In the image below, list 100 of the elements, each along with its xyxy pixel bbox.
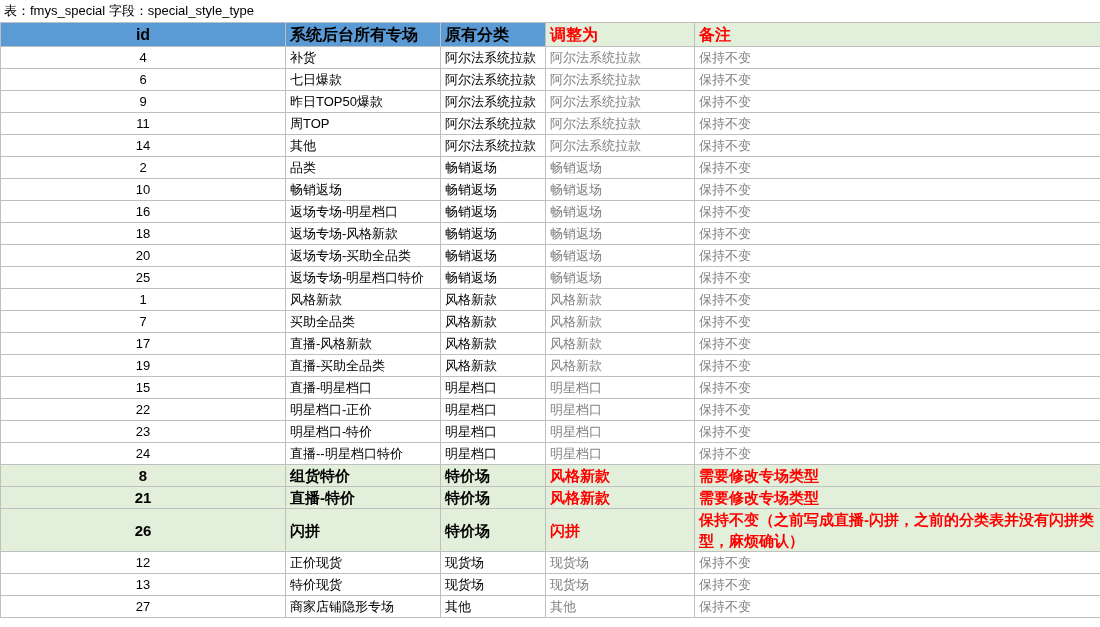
table-cell: 阿尔法系统拉款 bbox=[440, 68, 546, 91]
column-header: 调整为 bbox=[545, 22, 695, 47]
table-cell: 14 bbox=[0, 134, 286, 157]
table-cell: 2 bbox=[0, 156, 286, 179]
table-cell: 返场专场-买助全品类 bbox=[285, 244, 441, 267]
table-cell: 风格新款 bbox=[440, 354, 546, 377]
table-cell: 风格新款 bbox=[440, 332, 546, 355]
table-cell: 昨日TOP50爆款 bbox=[285, 90, 441, 113]
table-cell: 明星档口 bbox=[545, 398, 695, 421]
table-cell: 补货 bbox=[285, 46, 441, 69]
table-cell: 25 bbox=[0, 266, 286, 289]
table-cell: 直播--明星档口特价 bbox=[285, 442, 441, 465]
table-cell: 商家店铺隐形专场 bbox=[285, 595, 441, 618]
table-cell: 品类 bbox=[285, 156, 441, 179]
table-cell: 返场专场-明星档口特价 bbox=[285, 266, 441, 289]
table-cell: 组货特价 bbox=[285, 464, 441, 487]
table-cell: 阿尔法系统拉款 bbox=[545, 46, 695, 69]
table-cell: 明星档口 bbox=[440, 376, 546, 399]
table-cell: 13 bbox=[0, 573, 286, 596]
table-cell: 现货场 bbox=[545, 551, 695, 574]
table-cell: 10 bbox=[0, 178, 286, 201]
table-cell: 23 bbox=[0, 420, 286, 443]
table-cell: 直播-特价 bbox=[285, 486, 441, 509]
table-cell: 风格新款 bbox=[285, 288, 441, 311]
table-cell: 1 bbox=[0, 288, 286, 311]
table-cell: 风格新款 bbox=[545, 310, 695, 333]
table-cell: 直播-买助全品类 bbox=[285, 354, 441, 377]
table-cell: 明星档口-特价 bbox=[285, 420, 441, 443]
table-caption: 表：fmys_special 字段：special_style_type bbox=[3, 2, 255, 20]
table-cell: 19 bbox=[0, 354, 286, 377]
table-cell: 阿尔法系统拉款 bbox=[545, 90, 695, 113]
column-header: id bbox=[0, 22, 286, 47]
table-cell: 畅销返场 bbox=[545, 200, 695, 223]
table-cell: 其他 bbox=[545, 595, 695, 618]
table-cell: 4 bbox=[0, 46, 286, 69]
table-cell: 风格新款 bbox=[440, 310, 546, 333]
table-cell: 畅销返场 bbox=[440, 156, 546, 179]
table-cell: 明星档口 bbox=[545, 442, 695, 465]
table-cell: 16 bbox=[0, 200, 286, 223]
table-cell: 闪拼 bbox=[285, 508, 441, 552]
table-cell: 返场专场-风格新款 bbox=[285, 222, 441, 245]
table-cell: 特价场 bbox=[440, 464, 546, 487]
table-cell: 明星档口 bbox=[545, 376, 695, 399]
table-cell: 15 bbox=[0, 376, 286, 399]
table-cell: 畅销返场 bbox=[545, 178, 695, 201]
table-cell: 12 bbox=[0, 551, 286, 574]
table-cell: 6 bbox=[0, 68, 286, 91]
table-cell: 返场专场-明星档口 bbox=[285, 200, 441, 223]
table-cell: 其他 bbox=[285, 134, 441, 157]
table-cell: 特价场 bbox=[440, 508, 546, 552]
table-cell: 18 bbox=[0, 222, 286, 245]
table-cell: 20 bbox=[0, 244, 286, 267]
table-cell: 明星档口 bbox=[440, 442, 546, 465]
table-cell: 畅销返场 bbox=[545, 156, 695, 179]
table-cell: 畅销返场 bbox=[440, 178, 546, 201]
table-cell: 畅销返场 bbox=[545, 222, 695, 245]
table-cell: 畅销返场 bbox=[545, 244, 695, 267]
table-cell: 畅销返场 bbox=[285, 178, 441, 201]
table-cell: 买助全品类 bbox=[285, 310, 441, 333]
table-cell: 明星档口 bbox=[440, 420, 546, 443]
table-cell: 风格新款 bbox=[545, 288, 695, 311]
table-cell: 特价现货 bbox=[285, 573, 441, 596]
table-cell: 畅销返场 bbox=[440, 222, 546, 245]
table-cell: 直播-明星档口 bbox=[285, 376, 441, 399]
table-cell: 阿尔法系统拉款 bbox=[440, 112, 546, 135]
column-header: 备注 bbox=[694, 22, 1100, 47]
table-cell: 9 bbox=[0, 90, 286, 113]
table-cell: 阿尔法系统拉款 bbox=[545, 68, 695, 91]
table-cell: 26 bbox=[0, 508, 286, 552]
table-cell: 现货场 bbox=[545, 573, 695, 596]
table-cell: 畅销返场 bbox=[440, 266, 546, 289]
table-cell: 27 bbox=[0, 595, 286, 618]
table-cell: 明星档口-正价 bbox=[285, 398, 441, 421]
table-cell: 阿尔法系统拉款 bbox=[545, 134, 695, 157]
table-cell: 正价现货 bbox=[285, 551, 441, 574]
table-cell: 明星档口 bbox=[545, 420, 695, 443]
table-cell: 阿尔法系统拉款 bbox=[545, 112, 695, 135]
table-cell: 22 bbox=[0, 398, 286, 421]
table-cell: 24 bbox=[0, 442, 286, 465]
table-cell: 七日爆款 bbox=[285, 68, 441, 91]
table-cell: 畅销返场 bbox=[440, 200, 546, 223]
table-cell: 畅销返场 bbox=[545, 266, 695, 289]
table-cell: 17 bbox=[0, 332, 286, 355]
table-cell: 阿尔法系统拉款 bbox=[440, 90, 546, 113]
table-cell: 现货场 bbox=[440, 573, 546, 596]
table-cell: 特价场 bbox=[440, 486, 546, 509]
table-cell: 风格新款 bbox=[545, 486, 695, 509]
table-cell: 畅销返场 bbox=[440, 244, 546, 267]
column-header: 系统后台所有专场 bbox=[285, 22, 441, 47]
table-cell: 21 bbox=[0, 486, 286, 509]
table-cell: 风格新款 bbox=[545, 332, 695, 355]
table-cell: 其他 bbox=[440, 595, 546, 618]
table-cell: 风格新款 bbox=[545, 464, 695, 487]
table-cell: 11 bbox=[0, 112, 286, 135]
table-cell: 闪拼 bbox=[545, 508, 695, 552]
table-cell: 7 bbox=[0, 310, 286, 333]
column-header: 原有分类 bbox=[440, 22, 546, 47]
table-cell: 现货场 bbox=[440, 551, 546, 574]
table-cell: 风格新款 bbox=[440, 288, 546, 311]
table-cell: 直播-风格新款 bbox=[285, 332, 441, 355]
